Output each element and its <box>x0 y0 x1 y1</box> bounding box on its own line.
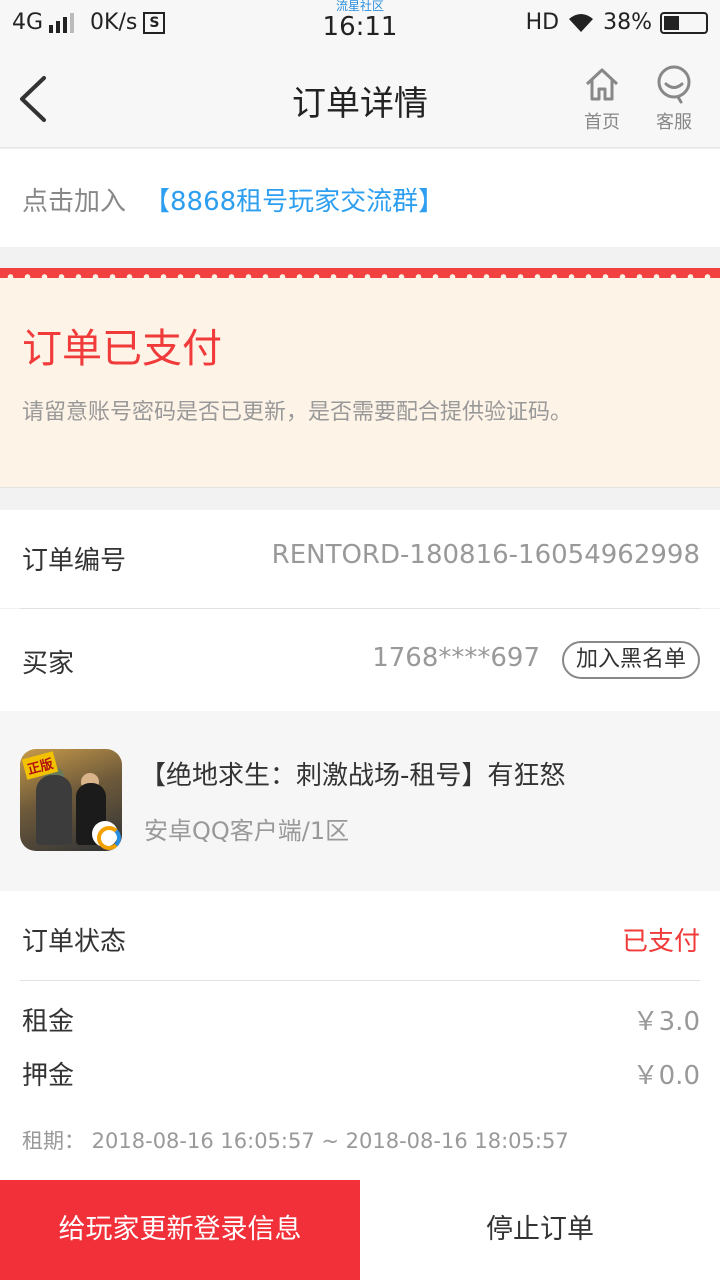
buyer-value: 1768****697 <box>372 643 540 673</box>
order-number-row: 订单编号 RENTORD-180816-16054962998 <box>0 510 720 608</box>
stop-order-button[interactable]: 停止订单 <box>360 1180 720 1280</box>
customer-service-icon <box>657 65 691 104</box>
wifi-icon <box>569 13 594 32</box>
banner-description: 请留意账号密码是否已更新，是否需要配合提供验证码。 <box>22 400 573 425</box>
tencent-logo-icon <box>92 821 121 850</box>
hd-indicator: HD <box>525 10 560 35</box>
rent-period: 租期： 2018-08-16 16:05:57 ~ 2018-08-16 18:… <box>22 1129 569 1153</box>
group-join-row[interactable]: 点击加入 【8868租号玩家交流群】 <box>0 149 720 247</box>
deposit-value: ￥0.0 <box>632 1061 700 1091</box>
add-to-blacklist-button[interactable]: 加入黑名单 <box>561 641 700 679</box>
battery-icon <box>660 11 708 34</box>
status-bar: 4G 0K/s S 流星社区 16:11 HD 38% <box>0 0 720 50</box>
order-status-banner: 订单已支付 请留意账号密码是否已更新，是否需要配合提供验证码。 <box>0 268 720 488</box>
group-join-prefix: 点击加入 <box>22 187 127 217</box>
order-number-label: 订单编号 <box>22 546 127 576</box>
customer-service-button[interactable]: 客服 <box>644 64 704 134</box>
game-subtitle: 安卓QQ客户端/1区 <box>144 817 350 845</box>
banner-title: 订单已支付 <box>22 326 222 372</box>
buyer-label: 买家 <box>22 649 75 679</box>
status-right: HD 38% <box>526 10 708 35</box>
divider <box>20 980 700 981</box>
rent-value: ￥3.0 <box>632 1007 700 1037</box>
rent-label: 租金 <box>22 1007 75 1037</box>
game-card[interactable]: 正版 【绝地求生：刺激战场-租号】有狂怒 安卓QQ客户端/1区 <box>0 711 720 891</box>
banner-scallop <box>0 274 720 280</box>
home-button[interactable]: 首页 <box>572 64 632 134</box>
home-label: 首页 <box>584 112 620 133</box>
group-join-link[interactable]: 【8868租号玩家交流群】 <box>144 181 444 218</box>
buyer-row: 买家 1768****697 加入黑名单 <box>0 609 720 711</box>
update-login-info-button[interactable]: 给玩家更新登录信息 <box>0 1180 360 1280</box>
home-icon <box>585 68 619 101</box>
deposit-label: 押金 <box>22 1061 75 1091</box>
customer-service-label: 客服 <box>656 112 692 133</box>
game-icon: 正版 <box>20 749 122 851</box>
bottom-action-bar: 给玩家更新登录信息 停止订单 <box>0 1180 720 1280</box>
header: 订单详情 首页 客服 <box>0 50 720 148</box>
order-status-value: 已支付 <box>621 927 700 957</box>
game-title: 【绝地求生：刺激战场-租号】有狂怒 <box>140 761 566 791</box>
order-status-label: 订单状态 <box>22 927 127 957</box>
battery-percent: 38% <box>603 10 652 35</box>
order-number-value: RENTORD-180816-16054962998 <box>271 540 700 570</box>
